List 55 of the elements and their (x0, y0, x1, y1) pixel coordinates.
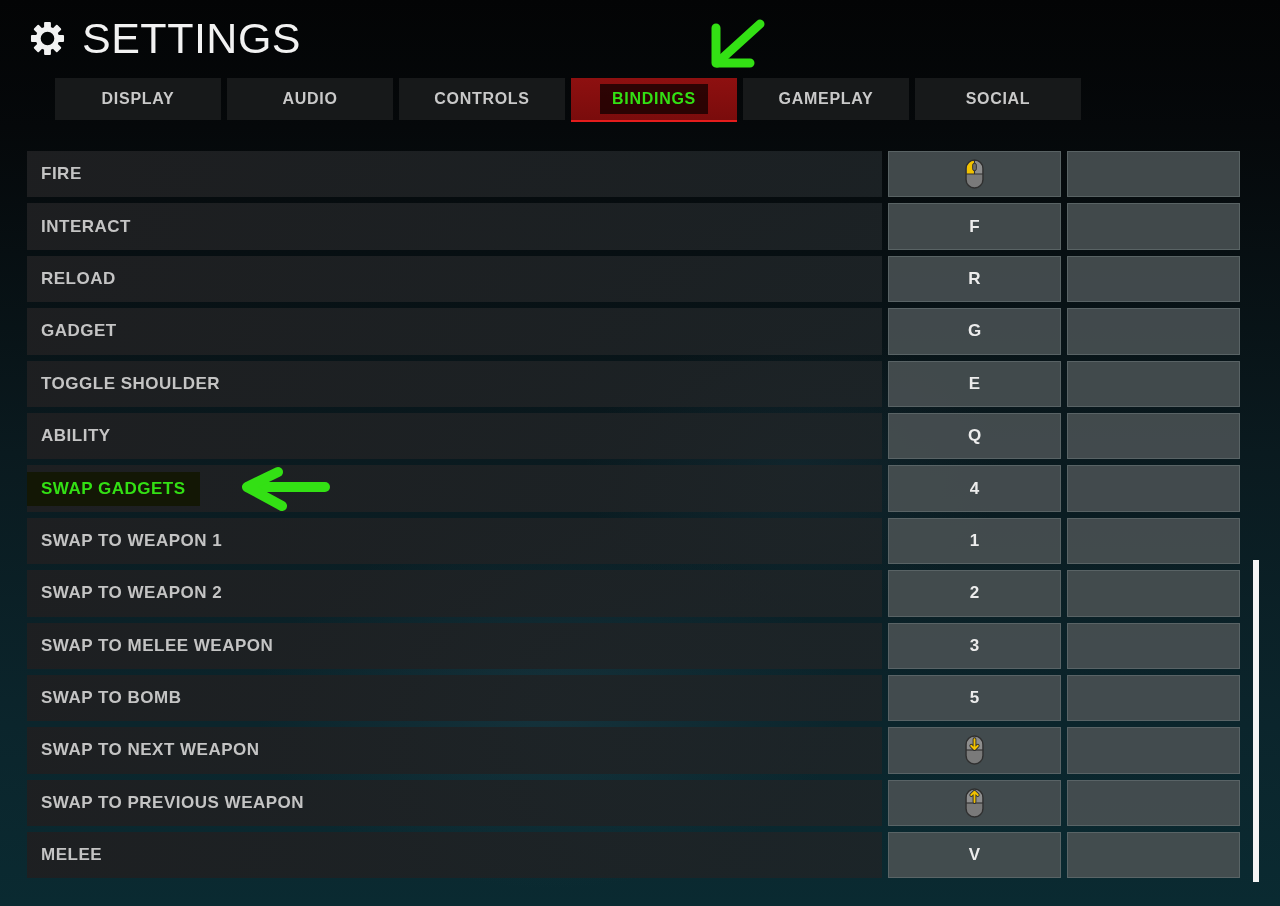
empty-binding-slot[interactable] (1067, 465, 1240, 512)
arrow-icon (240, 465, 331, 512)
key-binding-button[interactable]: G (888, 308, 1061, 355)
key-binding-button[interactable] (888, 727, 1061, 774)
key-binding-button[interactable] (888, 151, 1061, 198)
empty-binding-slot[interactable] (1067, 203, 1240, 250)
empty-binding-slot[interactable] (1067, 517, 1240, 565)
settings-icon (30, 20, 65, 56)
key-binding-button[interactable] (888, 779, 1061, 827)
empty-binding-slot[interactable] (1067, 255, 1240, 303)
action-label: TOGGLE SHOULDER (40, 372, 222, 395)
key-binding-button[interactable]: Q (888, 412, 1061, 460)
key-binding-button[interactable]: R (888, 255, 1061, 303)
action-label: INTERACT (40, 215, 132, 238)
action-label: SWAP TO NEXT WEAPON (40, 739, 261, 762)
action-label: SWAP TO WEAPON 2 (40, 582, 224, 605)
key-binding-button[interactable]: 5 (888, 674, 1061, 722)
action-label: SWAP TO WEAPON 1 (40, 529, 224, 552)
action-label: SWAP TO PREVIOUS WEAPON (40, 791, 306, 814)
tab[interactable]: CONTROLS (399, 78, 565, 122)
action-label: SWAP GADGETS (27, 471, 200, 506)
empty-binding-slot[interactable] (1067, 622, 1240, 669)
empty-binding-slot[interactable] (1067, 570, 1240, 617)
tab[interactable]: DISPLAY (55, 78, 221, 122)
empty-binding-slot[interactable] (1067, 779, 1240, 827)
empty-binding-slot[interactable] (1067, 727, 1240, 774)
tab[interactable]: SOCIAL (915, 78, 1081, 122)
mouse-left-button-icon (965, 159, 984, 190)
key-binding-button[interactable]: F (888, 203, 1061, 250)
tab[interactable]: BINDINGS (571, 78, 737, 122)
empty-binding-slot[interactable] (1067, 674, 1240, 722)
page-title: SETTINGS (82, 18, 302, 58)
mouse-scroll-up-icon (965, 787, 984, 818)
key-binding-button[interactable]: 3 (888, 622, 1061, 669)
action-label: SWAP TO MELEE WEAPON (40, 634, 275, 657)
action-label: SWAP TO BOMB (40, 687, 183, 710)
empty-binding-slot[interactable] (1067, 360, 1240, 407)
action-label: GADGET (40, 320, 118, 343)
key-binding-button[interactable]: 1 (888, 517, 1061, 565)
empty-binding-slot[interactable] (1067, 308, 1240, 355)
action-label: FIRE (40, 163, 83, 186)
key-binding-button[interactable]: E (888, 360, 1061, 407)
action-label: RELOAD (40, 267, 117, 290)
empty-binding-slot[interactable] (1067, 412, 1240, 460)
key-binding-button[interactable]: 2 (888, 570, 1061, 617)
action-label: MELEE (40, 844, 104, 867)
tab[interactable]: GAMEPLAY (743, 78, 909, 122)
empty-binding-slot[interactable] (1067, 832, 1240, 879)
key-binding-button[interactable]: V (888, 832, 1061, 879)
action-label: ABILITY (40, 425, 112, 448)
empty-binding-slot[interactable] (1067, 151, 1240, 198)
mouse-scroll-down-icon (965, 735, 984, 766)
scrollbar-thumb[interactable] (1253, 560, 1259, 882)
tab[interactable]: AUDIO (227, 78, 393, 122)
key-binding-button[interactable]: 4 (888, 465, 1061, 512)
